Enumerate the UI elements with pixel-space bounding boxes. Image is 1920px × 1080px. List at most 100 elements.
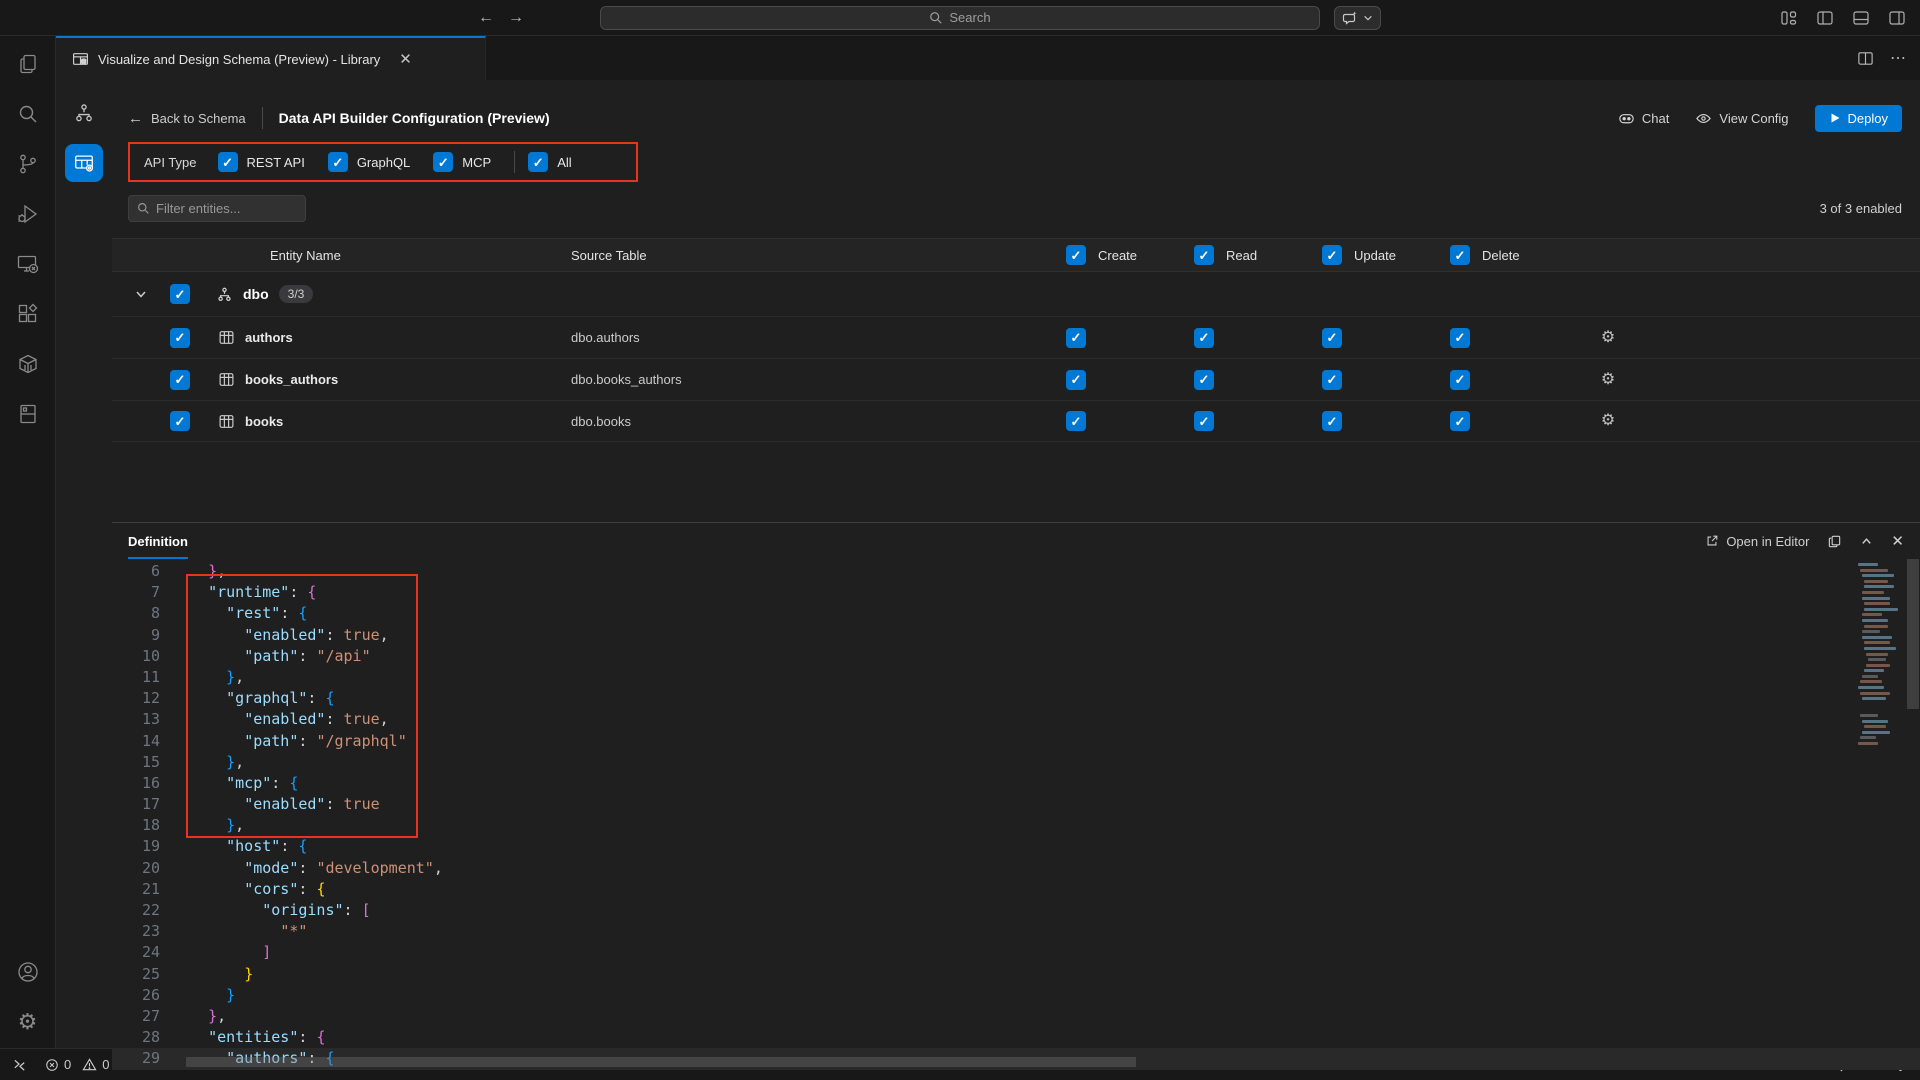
code-line[interactable]: 27 }, bbox=[112, 1006, 1920, 1027]
open-in-editor-button[interactable]: Open in Editor bbox=[1705, 534, 1809, 549]
code-line[interactable]: 7 "runtime": { bbox=[112, 582, 1920, 603]
authors-read-checkbox[interactable]: ✓ bbox=[1194, 328, 1214, 348]
table-row[interactable]: ✓booksdbo.books✓✓✓✓⚙ bbox=[112, 400, 1920, 442]
chevron-down-icon[interactable] bbox=[112, 287, 170, 301]
tab-visualize-design-schema[interactable]: Visualize and Design Schema (Preview) - … bbox=[56, 36, 486, 80]
code-line[interactable]: 6 }, bbox=[112, 561, 1920, 582]
books_authors-update-checkbox[interactable]: ✓ bbox=[1322, 370, 1342, 390]
books-read-checkbox[interactable]: ✓ bbox=[1194, 411, 1214, 431]
run-debug-icon[interactable] bbox=[14, 200, 42, 228]
chat-button[interactable]: Chat bbox=[1618, 110, 1669, 127]
ops-update-all-checkbox[interactable]: ✓ bbox=[1322, 245, 1342, 265]
toggle-panel-icon[interactable] bbox=[1852, 9, 1870, 27]
split-editor-icon[interactable] bbox=[1857, 50, 1874, 67]
activity-bar: ⚙ bbox=[0, 36, 56, 1048]
definition-tab[interactable]: Definition bbox=[128, 523, 188, 559]
books-delete-checkbox[interactable]: ✓ bbox=[1450, 411, 1470, 431]
code-line[interactable]: 10 "path": "/api" bbox=[112, 646, 1920, 667]
source-control-icon[interactable] bbox=[14, 150, 42, 178]
problems-indicator[interactable]: 0 0 bbox=[45, 1057, 109, 1072]
table-row[interactable]: ✓books_authorsdbo.books_authors✓✓✓✓⚙ bbox=[112, 358, 1920, 400]
code-line[interactable]: 12 "graphql": { bbox=[112, 688, 1920, 709]
schema-group-row[interactable]: ✓ dbo 3/3 bbox=[112, 272, 1920, 316]
books-update-checkbox[interactable]: ✓ bbox=[1322, 411, 1342, 431]
books_authors-row-checkbox[interactable]: ✓ bbox=[170, 370, 190, 390]
toggle-primary-sidebar-icon[interactable] bbox=[1816, 9, 1834, 27]
accounts-icon[interactable] bbox=[14, 958, 42, 986]
extensions-icon[interactable] bbox=[14, 300, 42, 328]
data-api-builder-button[interactable] bbox=[65, 144, 103, 182]
view-config-button[interactable]: View Config bbox=[1695, 110, 1788, 127]
authors-row-checkbox[interactable]: ✓ bbox=[170, 328, 190, 348]
books-row-checkbox[interactable]: ✓ bbox=[170, 411, 190, 431]
code-line[interactable]: 19 "host": { bbox=[112, 836, 1920, 857]
code-line[interactable]: 21 "cors": { bbox=[112, 879, 1920, 900]
close-panel-icon[interactable]: ✕ bbox=[1891, 532, 1904, 550]
filter-entities-input[interactable] bbox=[156, 201, 286, 216]
deploy-button[interactable]: Deploy bbox=[1815, 105, 1902, 132]
code-line[interactable]: 18 }, bbox=[112, 815, 1920, 836]
back-arrow-icon[interactable]: ← bbox=[478, 9, 494, 27]
remote-indicator[interactable] bbox=[12, 1057, 27, 1072]
explorer-icon[interactable] bbox=[14, 50, 42, 78]
search-input[interactable]: Search bbox=[600, 6, 1320, 30]
forward-arrow-icon[interactable]: → bbox=[508, 9, 524, 27]
ops-delete-all-checkbox[interactable]: ✓ bbox=[1450, 245, 1470, 265]
code-line[interactable]: 20 "mode": "development", bbox=[112, 858, 1920, 879]
code-line[interactable]: 8 "rest": { bbox=[112, 603, 1920, 624]
code-line[interactable]: 24 ] bbox=[112, 942, 1920, 963]
table-row[interactable]: ✓authorsdbo.authors✓✓✓✓⚙ bbox=[112, 316, 1920, 358]
line-number: 15 bbox=[112, 752, 160, 773]
database-projects-icon[interactable] bbox=[14, 400, 42, 428]
authors-create-checkbox[interactable]: ✓ bbox=[1066, 328, 1086, 348]
copy-icon[interactable] bbox=[1827, 534, 1842, 549]
more-actions-icon[interactable]: ⋯ bbox=[1890, 48, 1906, 68]
search-view-icon[interactable] bbox=[14, 100, 42, 128]
code-line[interactable]: 28 "entities": { bbox=[112, 1027, 1920, 1048]
books_authors-read-checkbox[interactable]: ✓ bbox=[1194, 370, 1214, 390]
container-tools-icon[interactable] bbox=[14, 350, 42, 378]
toggle-secondary-sidebar-icon[interactable] bbox=[1888, 9, 1906, 27]
code-line[interactable]: 23 "*" bbox=[112, 921, 1920, 942]
minimap[interactable] bbox=[1856, 563, 1902, 748]
code-line[interactable]: 9 "enabled": true, bbox=[112, 625, 1920, 646]
copilot-chat-button[interactable] bbox=[1334, 6, 1381, 30]
horizontal-scrollbar[interactable] bbox=[186, 1057, 1136, 1067]
code-editor[interactable]: 6 },7 "runtime": {8 "rest": {9 "enabled"… bbox=[112, 559, 1920, 1070]
books-create-checkbox[interactable]: ✓ bbox=[1066, 411, 1086, 431]
api-type-graphql-checkbox[interactable]: ✓ bbox=[328, 152, 348, 172]
authors-settings-button[interactable]: ⚙ bbox=[1601, 330, 1615, 346]
remote-explorer-icon[interactable] bbox=[14, 250, 42, 278]
ops-create-all-checkbox[interactable]: ✓ bbox=[1066, 245, 1086, 265]
authors-update-checkbox[interactable]: ✓ bbox=[1322, 328, 1342, 348]
authors-delete-checkbox[interactable]: ✓ bbox=[1450, 328, 1470, 348]
tab-close-icon[interactable]: ✕ bbox=[399, 50, 412, 68]
chevron-up-icon[interactable] bbox=[1860, 535, 1873, 548]
vertical-scrollbar[interactable] bbox=[1907, 559, 1919, 709]
code-line[interactable]: 15 }, bbox=[112, 752, 1920, 773]
schema-visualizer-button[interactable] bbox=[65, 94, 103, 132]
code-line[interactable]: 11 }, bbox=[112, 667, 1920, 688]
code-line[interactable]: 14 "path": "/graphql" bbox=[112, 731, 1920, 752]
books_authors-create-checkbox[interactable]: ✓ bbox=[1066, 370, 1086, 390]
code-line[interactable]: 26 } bbox=[112, 985, 1920, 1006]
code-line[interactable]: 13 "enabled": true, bbox=[112, 709, 1920, 730]
code-line[interactable]: 16 "mcp": { bbox=[112, 773, 1920, 794]
customize-layout-icon[interactable] bbox=[1780, 9, 1798, 27]
schema-designer-tab-icon bbox=[72, 51, 89, 68]
settings-gear-icon[interactable]: ⚙ bbox=[14, 1008, 42, 1036]
code-line[interactable]: 22 "origins": [ bbox=[112, 900, 1920, 921]
api-type-rest-api-checkbox[interactable]: ✓ bbox=[218, 152, 238, 172]
code-line[interactable]: 17 "enabled": true bbox=[112, 794, 1920, 815]
books_authors-settings-button[interactable]: ⚙ bbox=[1601, 372, 1615, 388]
group-dbo-checkbox[interactable]: ✓ bbox=[170, 284, 190, 304]
code-text: "enabled": true, bbox=[190, 709, 389, 730]
code-line[interactable]: 25 } bbox=[112, 964, 1920, 985]
api-type-mcp-checkbox[interactable]: ✓ bbox=[433, 152, 453, 172]
ops-read-all-checkbox[interactable]: ✓ bbox=[1194, 245, 1214, 265]
books_authors-delete-checkbox[interactable]: ✓ bbox=[1450, 370, 1470, 390]
books-settings-button[interactable]: ⚙ bbox=[1601, 413, 1615, 429]
api-type-all-checkbox[interactable]: ✓ bbox=[528, 152, 548, 172]
back-to-schema-link[interactable]: ← Back to Schema bbox=[128, 110, 246, 127]
table-icon bbox=[218, 329, 235, 346]
